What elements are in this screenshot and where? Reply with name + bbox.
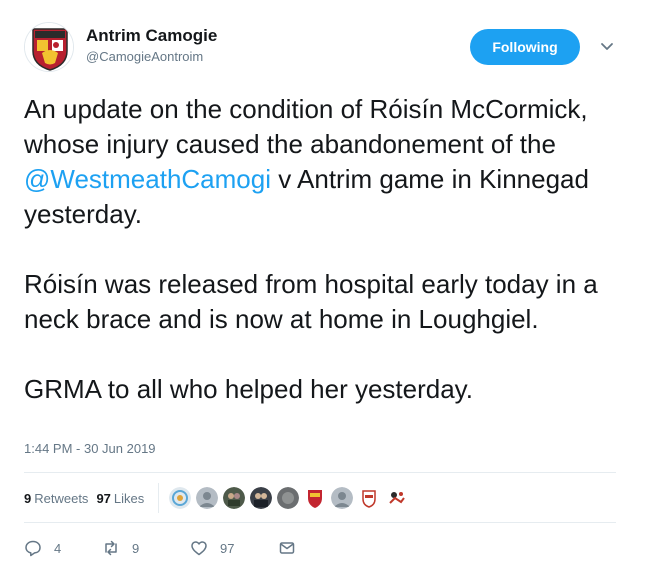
reply-count: 4: [54, 540, 62, 556]
stats-divider: [158, 483, 160, 513]
account-names: Antrim Camogie @CamogieAontroim: [86, 26, 217, 66]
likes-stat[interactable]: 97 Likes: [96, 491, 144, 506]
retweets-stat[interactable]: 9 Retweets: [24, 491, 88, 506]
antrim-crest-icon: [25, 23, 73, 71]
liker-avatar[interactable]: [250, 487, 273, 509]
direct-message-action[interactable]: [278, 539, 296, 557]
likes-label: Likes: [113, 490, 145, 506]
liker-avatar[interactable]: [277, 487, 300, 509]
retweet-icon: [105, 540, 117, 556]
reply-action[interactable]: 4: [24, 539, 102, 557]
liker-avatar[interactable]: [331, 487, 354, 509]
retweet-action[interactable]: 9: [102, 539, 190, 557]
liker-avatar[interactable]: [385, 487, 408, 509]
mention-link[interactable]: @WestmeathCamogi: [24, 164, 271, 194]
liker-avatar[interactable]: [358, 487, 381, 509]
divider: [24, 472, 616, 473]
avatar[interactable]: [24, 22, 74, 72]
liker-avatar[interactable]: [196, 487, 219, 509]
tweet-actions: 4 9 97: [24, 536, 296, 560]
likes-count: 97: [96, 490, 111, 506]
retweet-count: 9: [132, 540, 140, 556]
account-handle[interactable]: @CamogieAontroim: [86, 48, 217, 66]
envelope-icon: [279, 542, 295, 554]
tweet-text: An update on the condition of Róisín McC…: [24, 92, 634, 407]
following-button[interactable]: Following: [470, 29, 580, 65]
reply-icon: [25, 540, 41, 557]
tweet-header: Antrim Camogie @CamogieAontroim Followin…: [24, 22, 624, 76]
liker-avatar[interactable]: [169, 487, 192, 509]
tweet-stats: 9 Retweets 97 Likes: [24, 478, 412, 518]
like-count: 97: [220, 540, 235, 556]
like-action[interactable]: 97: [190, 539, 278, 557]
liker-avatar[interactable]: [304, 487, 327, 509]
divider: [24, 522, 616, 523]
display-name[interactable]: Antrim Camogie: [86, 26, 217, 46]
retweets-count: 9: [24, 490, 32, 506]
tweet-text-body: v Antrim game in Kinnegad yesterday. Rói…: [24, 164, 598, 404]
heart-icon: [191, 541, 207, 556]
tweet-timestamp[interactable]: 1:44 PM - 30 Jun 2019: [24, 441, 156, 456]
liker-avatar[interactable]: [223, 487, 246, 509]
tweet-text-intro: An update on the condition of Róisín McC…: [24, 94, 595, 159]
retweets-label: Retweets: [34, 490, 89, 506]
chevron-down-icon[interactable]: [598, 37, 616, 55]
likers-avatars: [169, 487, 412, 509]
